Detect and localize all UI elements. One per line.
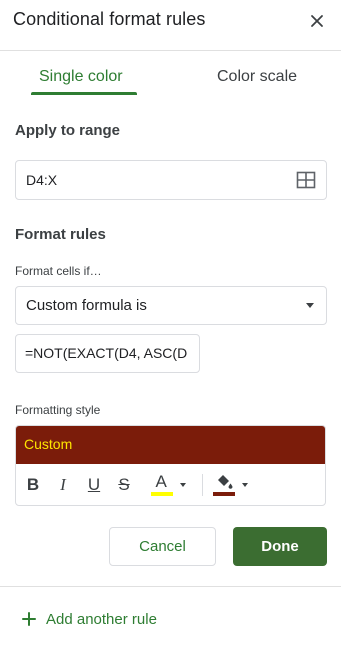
fill-color-chevron-icon: [241, 483, 248, 487]
fill-color-swatch: [212, 492, 235, 496]
select-range-grid-icon[interactable]: [296, 171, 316, 189]
header-divider: [0, 50, 341, 51]
tab-single-color[interactable]: Single color: [39, 68, 123, 86]
text-color-icon: A: [150, 472, 175, 496]
bold-icon: B: [26, 475, 40, 494]
condition-value: Custom formula is: [26, 297, 147, 314]
paint-bucket-icon: [217, 475, 232, 489]
panel-title: Conditional format rules: [13, 9, 206, 29]
active-tab-indicator: [31, 92, 137, 95]
close-button[interactable]: [303, 8, 331, 34]
toolbar-separator: [202, 474, 203, 496]
style-preview-text: Custom: [24, 436, 73, 452]
style-preview[interactable]: Custom: [16, 426, 325, 464]
range-value[interactable]: D4:X: [26, 172, 57, 188]
strikethrough-button[interactable]: S: [116, 474, 132, 496]
format-rules-label: Format rules: [15, 226, 106, 243]
underline-button[interactable]: U: [86, 474, 102, 496]
footer-divider: [0, 586, 341, 587]
bold-button[interactable]: B: [26, 474, 40, 496]
text-color-swatch: [150, 492, 173, 496]
tab-color-scale[interactable]: Color scale: [217, 68, 297, 86]
underline-icon: U: [87, 475, 101, 494]
done-button[interactable]: Done: [233, 527, 327, 566]
cancel-button[interactable]: Cancel: [109, 527, 216, 566]
fill-color-icon: [212, 474, 237, 496]
apply-range-label: Apply to range: [15, 122, 121, 139]
italic-icon: I: [60, 475, 66, 494]
custom-formula-input[interactable]: =NOT(EXACT(D4, ASC(D: [15, 334, 200, 373]
panel-header: Conditional format rules: [0, 0, 341, 50]
condition-dropdown[interactable]: Custom formula is: [15, 286, 327, 325]
formula-value[interactable]: =NOT(EXACT(D4, ASC(D: [25, 345, 187, 361]
dropdown-arrow-icon: [306, 303, 314, 308]
add-another-rule-label: Add another rule: [46, 610, 157, 628]
close-icon: [311, 15, 323, 27]
plus-icon: [22, 612, 36, 626]
format-toolbar: B I U S A: [16, 464, 325, 505]
range-input[interactable]: D4:X: [15, 160, 327, 200]
formatting-style-label: Formatting style: [15, 403, 101, 417]
text-color-chevron-icon: [179, 483, 186, 487]
formatting-style-box: Custom B I U S A: [15, 425, 326, 506]
text-color-glyph: A: [155, 472, 167, 491]
fill-color-button[interactable]: [206, 474, 254, 496]
add-another-rule-button[interactable]: Add another rule: [22, 608, 157, 630]
italic-button[interactable]: I: [56, 474, 70, 496]
text-color-button[interactable]: A: [144, 472, 192, 496]
strikethrough-icon: S: [118, 475, 130, 494]
format-cells-if-label: Format cells if…: [15, 264, 102, 278]
